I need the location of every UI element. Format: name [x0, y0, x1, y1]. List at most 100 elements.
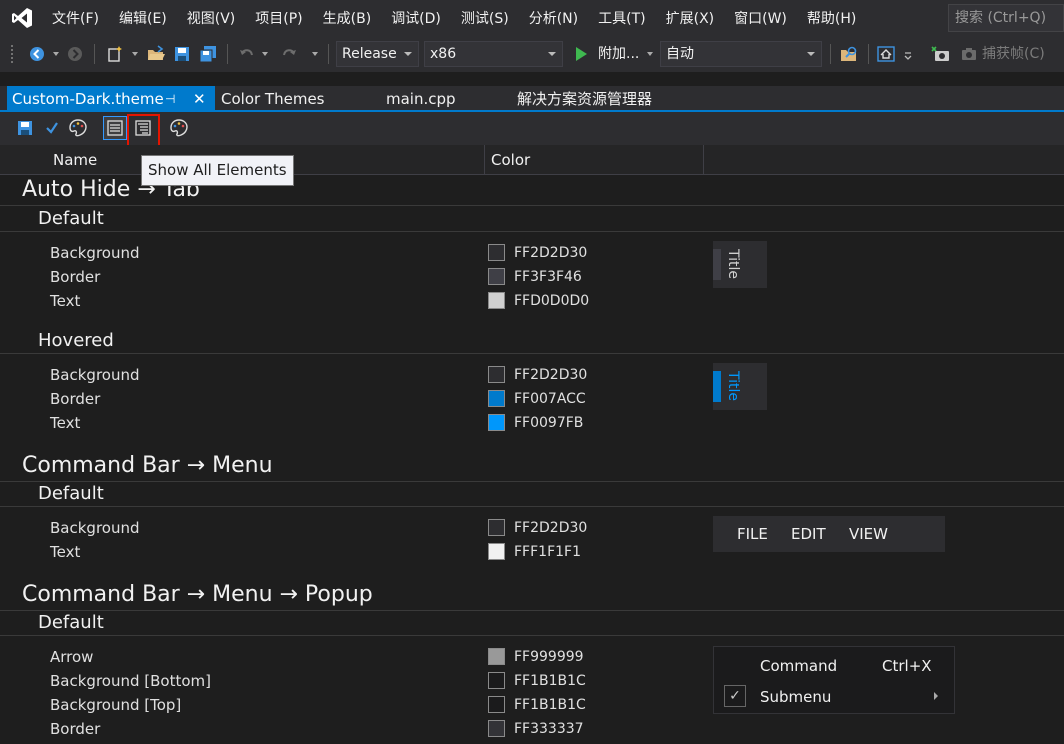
- color-value[interactable]: FF1B1B1C: [514, 697, 586, 713]
- menu-test[interactable]: 测试(S): [453, 8, 521, 28]
- tab-custom-dark-theme[interactable]: Custom-Dark.theme: [7, 86, 215, 112]
- color-swatch[interactable]: [488, 414, 505, 431]
- column-divider[interactable]: [703, 145, 704, 175]
- color-value[interactable]: FF0097FB: [514, 415, 583, 431]
- save-theme-button[interactable]: [13, 116, 37, 140]
- redo-button[interactable]: [279, 41, 301, 67]
- apply-theme-button[interactable]: [40, 116, 64, 140]
- menu-help[interactable]: 帮助(H): [799, 8, 868, 28]
- element-name: Background [Top]: [50, 696, 182, 714]
- navigate-back-button[interactable]: [26, 41, 48, 67]
- group-title: Default: [38, 208, 104, 229]
- tab-color-themes[interactable]: Color Themes: [221, 86, 324, 112]
- color-value[interactable]: FF1B1B1C: [514, 673, 586, 689]
- tab-preview-title: Title: [725, 371, 741, 402]
- submenu-arrow-icon: [934, 692, 938, 700]
- column-divider[interactable]: [484, 145, 485, 175]
- menu-debug[interactable]: 调试(D): [383, 8, 453, 28]
- toolbar-grip[interactable]: [10, 44, 14, 64]
- group-divider: [0, 506, 1064, 507]
- chevron-down-icon: [548, 52, 556, 56]
- home-button[interactable]: [874, 41, 898, 67]
- find-in-files-button[interactable]: [837, 41, 861, 67]
- group-divider: [0, 635, 1064, 636]
- theme-colors-palette-button[interactable]: [167, 116, 191, 140]
- tab-solution-explorer[interactable]: 解决方案资源管理器: [517, 86, 652, 112]
- group-title: Hovered: [38, 330, 114, 351]
- color-value[interactable]: FF999999: [514, 649, 584, 665]
- color-value[interactable]: FF2D2D30: [514, 367, 587, 383]
- section-divider: [0, 205, 1064, 206]
- menu-build[interactable]: 生成(B): [315, 8, 384, 28]
- close-tab-icon[interactable]: ✕: [193, 86, 206, 112]
- new-dropdown[interactable]: [129, 41, 141, 67]
- menu-project[interactable]: 项目(P): [247, 8, 314, 28]
- start-button[interactable]: [571, 41, 591, 67]
- color-value[interactable]: FF007ACC: [514, 391, 586, 407]
- undo-button[interactable]: [235, 41, 257, 67]
- name-column-header[interactable]: Name: [53, 145, 97, 175]
- graphics-capture-button[interactable]: [928, 41, 954, 67]
- color-value[interactable]: FF333337: [514, 721, 584, 737]
- color-swatch[interactable]: [488, 696, 505, 713]
- chevron-down-icon: [132, 52, 138, 56]
- open-file-button[interactable]: [144, 41, 168, 67]
- menu-file[interactable]: 文件(F): [44, 8, 111, 28]
- toolbar-overflow-button[interactable]: [900, 41, 916, 67]
- capture-camera-icon: [962, 48, 976, 60]
- solution-platform-select[interactable]: x86: [424, 41, 563, 67]
- color-value[interactable]: FF2D2D30: [514, 245, 587, 261]
- color-swatch[interactable]: [488, 648, 505, 665]
- color-swatch[interactable]: [488, 543, 505, 560]
- theme-elements-list: Auto Hide → Tab Default Background FF2D2…: [0, 175, 1064, 744]
- tab-preview-title: Title: [725, 249, 741, 280]
- save-button[interactable]: [171, 41, 193, 67]
- redo-dropdown[interactable]: [309, 41, 321, 67]
- attach-dropdown[interactable]: [644, 41, 656, 67]
- undo-dropdown[interactable]: [259, 41, 271, 67]
- attach-button[interactable]: 附加...: [598, 41, 639, 67]
- pin-tab-icon[interactable]: ⊣: [165, 86, 175, 112]
- attach-target-select[interactable]: 自动: [660, 41, 822, 67]
- capture-frame-button[interactable]: 捕获帧(C): [960, 41, 1045, 67]
- save-all-button[interactable]: [197, 41, 219, 67]
- menu-analyze[interactable]: 分析(N): [521, 8, 590, 28]
- solution-configuration-select[interactable]: Release: [336, 41, 419, 67]
- color-swatch[interactable]: [488, 390, 505, 407]
- color-column-header[interactable]: Color: [491, 145, 530, 175]
- color-value[interactable]: FF3F3F46: [514, 269, 582, 285]
- color-swatch[interactable]: [488, 244, 505, 261]
- color-swatch[interactable]: [488, 672, 505, 689]
- color-swatch[interactable]: [488, 519, 505, 536]
- menu-view[interactable]: 视图(V): [179, 8, 248, 28]
- attach-target-value: 自动: [666, 46, 694, 62]
- color-swatch[interactable]: [488, 720, 505, 737]
- chevron-down-icon: [312, 52, 318, 56]
- color-swatch[interactable]: [488, 366, 505, 383]
- new-project-button[interactable]: [103, 41, 127, 67]
- show-common-elements-button[interactable]: [103, 116, 127, 140]
- menu-tools[interactable]: 工具(T): [590, 8, 657, 28]
- menu-extensions[interactable]: 扩展(X): [658, 8, 727, 28]
- tab-main-cpp[interactable]: main.cpp: [386, 86, 456, 112]
- auto-hide-tab-hovered-preview: Title: [713, 363, 767, 410]
- tooltip: Show All Elements: [141, 155, 294, 186]
- menu-edit[interactable]: 编辑(E): [111, 8, 179, 28]
- color-value[interactable]: FF2D2D30: [514, 520, 587, 536]
- color-swatch[interactable]: [488, 292, 505, 309]
- menu-preview-file: FILE: [737, 525, 768, 543]
- edit-theme-colors-button[interactable]: [66, 116, 90, 140]
- color-swatch[interactable]: [488, 268, 505, 285]
- menu-bar: 文件(F) 编辑(E) 视图(V) 项目(P) 生成(B) 调试(D) 测试(S…: [0, 0, 1064, 36]
- search-input[interactable]: 搜索 (Ctrl+Q): [948, 4, 1064, 32]
- auto-hide-tab-preview: Title: [713, 241, 767, 288]
- popup-preview-command: Command: [760, 657, 838, 675]
- color-value[interactable]: FFF1F1F1: [514, 544, 581, 560]
- menu-window[interactable]: 窗口(W): [726, 8, 799, 28]
- back-dropdown[interactable]: [50, 41, 62, 67]
- tab-label: main.cpp: [386, 90, 456, 108]
- navigate-forward-button[interactable]: [64, 41, 86, 67]
- color-value[interactable]: FFD0D0D0: [514, 293, 589, 309]
- save-all-icon: [199, 46, 216, 63]
- group-divider: [0, 353, 1064, 354]
